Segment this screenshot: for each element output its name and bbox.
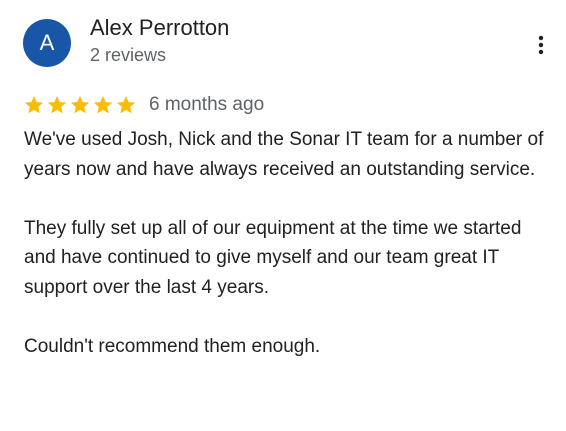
star-icon — [70, 96, 90, 114]
star-icon — [47, 96, 67, 114]
more-options-button[interactable] — [526, 30, 556, 60]
star-icon — [24, 96, 44, 114]
avatar[interactable]: A — [23, 19, 71, 67]
reviewer-name[interactable]: Alex Perrotton — [90, 15, 229, 41]
review-text: We've used Josh, Nick and the Sonar IT t… — [24, 125, 554, 361]
rating-row: 6 months ago — [23, 92, 264, 118]
more-vert-icon — [538, 35, 544, 55]
avatar-initial: A — [39, 30, 55, 55]
review-timestamp: 6 months ago — [149, 94, 265, 115]
review-paragraph: Couldn't recommend them enough. — [24, 335, 321, 357]
review-card: A Alex Perrotton 2 reviews 6 months ago … — [0, 0, 566, 431]
review-paragraph: We've used Josh, Nick and the Sonar IT t… — [24, 129, 544, 180]
review-paragraph: They fully set up all of our equipment a… — [24, 217, 522, 298]
review-count: 2 reviews — [90, 45, 167, 65]
star-icon — [93, 96, 113, 114]
star-rating — [23, 94, 137, 116]
star-icon — [116, 96, 136, 114]
